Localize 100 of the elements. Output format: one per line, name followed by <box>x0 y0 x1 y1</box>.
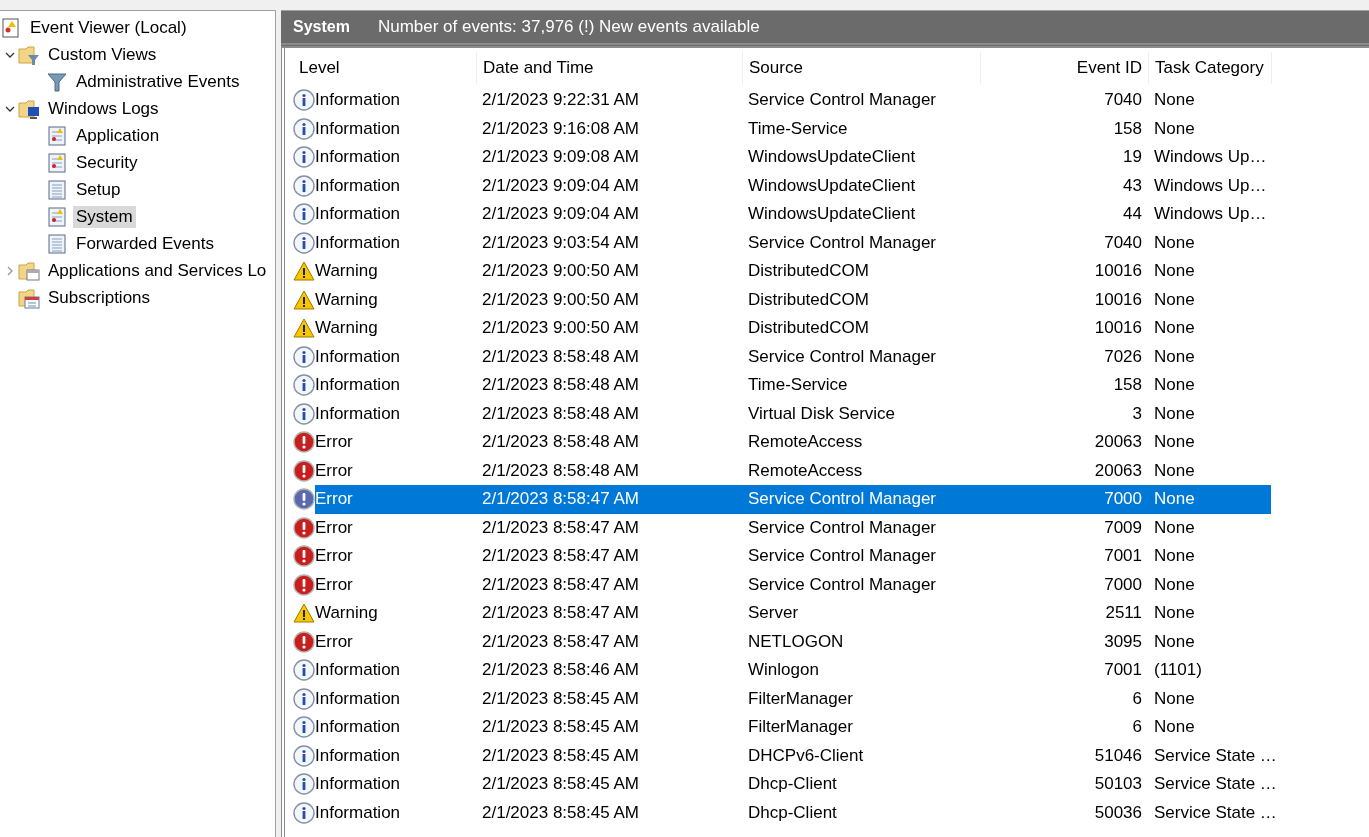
source-cell-text: FilterManager <box>747 688 854 709</box>
date-cell-text: 2/1/2023 9:09:08 AM <box>481 147 640 168</box>
task-category-cell-text: None <box>1153 118 1196 139</box>
task-category-cell-text: None <box>1153 261 1196 282</box>
event-id-cell-text: 43 <box>1122 175 1143 196</box>
level-cell: Error <box>315 489 353 510</box>
tree-item[interactable]: Setup <box>73 178 124 201</box>
task-category-cell-text: None <box>1153 517 1196 538</box>
info-icon <box>293 117 315 140</box>
source-cell-text: Winlogon <box>747 660 820 681</box>
date-cell-text: 2/1/2023 9:22:31 AM <box>481 90 640 111</box>
level-cell: Information <box>315 403 401 424</box>
task-category-cell-text: None <box>1153 546 1196 567</box>
source-cell-text: Service Control Manager <box>747 517 938 538</box>
date-cell-text: 2/1/2023 8:58:45 AM <box>481 802 640 823</box>
source-cell-text: DistributedCOM <box>747 261 870 282</box>
event-id-cell-text: 7001 <box>1103 660 1143 681</box>
source-cell-text: Service Control Manager <box>747 574 938 595</box>
tree-item[interactable]: System <box>73 205 136 228</box>
date-cell-text: 2/1/2023 8:58:45 AM <box>481 745 640 766</box>
column-header[interactable]: Event ID <box>981 52 1149 84</box>
level-cell: Information <box>315 175 401 196</box>
level-cell: Warning <box>315 318 378 339</box>
task-category-cell-text: None <box>1153 574 1196 595</box>
task-category-cell-text: None <box>1153 460 1196 481</box>
warning-icon <box>293 260 315 283</box>
info-icon <box>293 203 315 226</box>
warning-icon <box>293 317 315 340</box>
date-cell-text: 2/1/2023 9:03:54 AM <box>481 232 640 253</box>
log-icon <box>46 178 68 201</box>
event-count: Number of events: 37,976 (!) New events available <box>377 17 760 37</box>
folder-calendar-icon <box>18 286 40 309</box>
event-id-cell-text: 20063 <box>1093 432 1143 453</box>
date-cell-text: 2/1/2023 8:58:47 AM <box>481 517 640 538</box>
date-cell-text: 2/1/2023 8:58:48 AM <box>481 375 640 396</box>
info-icon <box>293 659 315 682</box>
tree-item[interactable]: Subscriptions <box>45 286 154 309</box>
error-icon <box>293 573 315 596</box>
info-icon <box>293 801 315 824</box>
info-icon <box>293 402 315 425</box>
task-category-cell-text: None <box>1153 375 1196 396</box>
event-id-cell-text: 6 <box>1131 688 1143 709</box>
level-cell: Information <box>315 346 401 367</box>
error-icon <box>293 516 315 539</box>
selected-row[interactable]: Error 2/1/2023 8:58:47 AM Service Control Manager 7000 None <box>315 485 1271 514</box>
date-cell-text: 2/1/2023 9:16:08 AM <box>481 118 640 139</box>
source-cell-text: DHCPv6-Client <box>747 745 865 766</box>
log-title: System <box>293 18 350 36</box>
level-cell: Error <box>315 546 353 567</box>
warning-icon <box>293 288 315 311</box>
level-cell: Information <box>315 147 401 168</box>
level-cell: Warning <box>315 603 378 624</box>
level-cell: Information <box>315 688 401 709</box>
source-cell-text: Dhcp-Client <box>747 774 838 795</box>
date-cell-text: 2/1/2023 8:58:46 AM <box>481 660 640 681</box>
level-cell: Information <box>315 90 401 111</box>
source-cell-text: Service Control Manager <box>747 232 938 253</box>
task-category-cell-text: Windows Up… <box>1153 204 1268 225</box>
tree-item[interactable]: Event Viewer (Local) <box>27 16 190 39</box>
tree-item[interactable]: Windows Logs <box>45 97 162 120</box>
level-cell: Information <box>315 232 401 253</box>
event-id-cell-text: 44 <box>1122 204 1143 225</box>
date-cell-text: 2/1/2023 8:58:47 AM <box>481 489 640 510</box>
level-cell: Information <box>315 774 401 795</box>
source-cell-text: Service Control Manager <box>747 489 938 510</box>
column-header[interactable]: Source <box>743 52 981 84</box>
task-category-cell-text: None <box>1153 717 1196 738</box>
column-header[interactable]: Level <box>293 52 477 84</box>
event-id-cell-text: 20063 <box>1093 460 1143 481</box>
column-header[interactable]: Task Category <box>1149 52 1272 84</box>
tree-item[interactable]: Applications and Services Lo <box>45 259 270 282</box>
source-cell-text: WindowsUpdateClient <box>747 175 917 196</box>
task-category-cell-text: None <box>1153 603 1196 624</box>
error-icon <box>293 545 315 568</box>
column-header[interactable]: Date and Time <box>477 52 743 84</box>
error-icon <box>293 488 315 511</box>
tree-item[interactable]: Custom Views <box>45 43 160 66</box>
level-cell: Error <box>315 574 353 595</box>
tree-item[interactable]: Forwarded Events <box>73 232 217 255</box>
tree-item[interactable]: Administrative Events <box>73 70 243 93</box>
folder-window-icon <box>18 259 40 282</box>
source-cell-text: Virtual Disk Service <box>747 403 897 424</box>
event-id-cell-text: 7040 <box>1103 90 1143 111</box>
task-category-cell-text: None <box>1153 289 1196 310</box>
level-cell: Information <box>315 204 401 225</box>
event-id-cell-text: 158 <box>1112 118 1143 139</box>
source-cell-text: RemoteAccess <box>747 460 864 481</box>
tree-item[interactable]: Application <box>73 124 163 147</box>
source-cell-text: Service Control Manager <box>747 346 938 367</box>
info-icon <box>293 744 315 767</box>
task-category-cell-text: None <box>1153 489 1196 510</box>
level-cell: Information <box>315 745 401 766</box>
info-icon <box>293 345 315 368</box>
tree-item[interactable]: Security <box>73 151 141 174</box>
event-id-cell-text: 51046 <box>1093 745 1143 766</box>
warning-icon <box>293 602 315 625</box>
date-cell-text: 2/1/2023 8:58:48 AM <box>481 403 640 424</box>
task-category-cell-text: None <box>1153 403 1196 424</box>
date-cell-text: 2/1/2023 9:09:04 AM <box>481 204 640 225</box>
level-cell: Error <box>315 517 353 538</box>
